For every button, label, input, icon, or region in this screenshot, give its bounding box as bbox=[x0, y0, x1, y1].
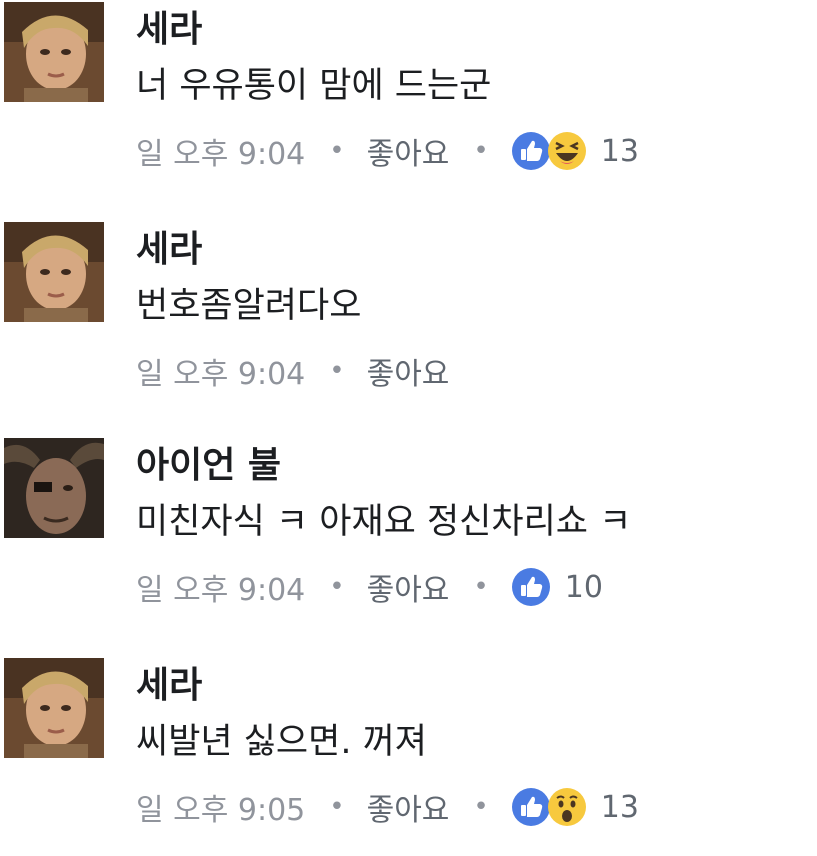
like-button[interactable]: 좋아요 bbox=[367, 349, 450, 393]
comment-meta: 일 오후 9:04 • 좋아요 • 10 bbox=[136, 564, 603, 610]
reaction-count: 10 bbox=[564, 569, 603, 605]
like-icon bbox=[511, 788, 550, 826]
comment-3: 아이언 불 미친자식 ㅋ 아재요 정신차리쇼 ㅋ 일 오후 9:04 • 좋아요… bbox=[0, 436, 817, 636]
comment-timestamp[interactable]: 일 오후 9:04 bbox=[136, 565, 305, 609]
comment-author[interactable]: 세라 bbox=[136, 8, 202, 52]
like-button[interactable]: 좋아요 bbox=[367, 785, 450, 829]
comment-4: 세라 씨발년 싫으면. 꺼져 일 오후 9:05 • 좋아요 • 13 bbox=[0, 656, 817, 856]
reaction-count: 13 bbox=[600, 133, 639, 169]
comment-text: 미친자식 ㅋ 아재요 정신차리쇼 ㅋ bbox=[136, 502, 632, 542]
comment-2: 세라 번호좀알려다오 일 오후 9:04 • 좋아요 bbox=[0, 220, 817, 420]
like-button[interactable]: 좋아요 bbox=[367, 129, 450, 173]
separator-dot: • bbox=[473, 572, 489, 602]
separator-dot: • bbox=[329, 136, 345, 166]
comment-author[interactable]: 아이언 불 bbox=[136, 444, 281, 488]
comment-author[interactable]: 세라 bbox=[136, 664, 202, 708]
wow-icon bbox=[547, 788, 586, 826]
comment-text: 번호좀알려다오 bbox=[136, 286, 362, 326]
avatar-sera[interactable] bbox=[4, 658, 104, 758]
reactions-summary[interactable]: 13 bbox=[511, 131, 639, 171]
separator-dot: • bbox=[329, 792, 345, 822]
reactions-summary[interactable]: 13 bbox=[511, 787, 639, 827]
comment-text: 너 우유통이 맘에 드는군 bbox=[136, 66, 492, 106]
haha-icon bbox=[547, 132, 586, 170]
comment-timestamp[interactable]: 일 오후 9:04 bbox=[136, 349, 305, 393]
avatar-iron-bull[interactable] bbox=[4, 438, 104, 538]
like-icon bbox=[511, 568, 550, 606]
like-icon bbox=[511, 132, 550, 170]
comment-1: 세라 너 우유통이 맘에 드는군 일 오후 9:04 • 좋아요 • 13 bbox=[0, 0, 817, 200]
reactions-summary[interactable]: 10 bbox=[511, 567, 603, 607]
comment-timestamp[interactable]: 일 오후 9:05 bbox=[136, 785, 305, 829]
comment-meta: 일 오후 9:04 • 좋아요 bbox=[136, 348, 449, 394]
separator-dot: • bbox=[473, 792, 489, 822]
comment-meta: 일 오후 9:05 • 좋아요 • 13 bbox=[136, 784, 639, 830]
separator-dot: • bbox=[473, 136, 489, 166]
avatar-sera[interactable] bbox=[4, 2, 104, 102]
comment-text: 씨발년 싫으면. 꺼져 bbox=[136, 722, 427, 762]
comment-meta: 일 오후 9:04 • 좋아요 • 13 bbox=[136, 128, 639, 174]
comment-author[interactable]: 세라 bbox=[136, 228, 202, 272]
separator-dot: • bbox=[329, 356, 345, 386]
reaction-count: 13 bbox=[600, 789, 639, 825]
comment-timestamp[interactable]: 일 오후 9:04 bbox=[136, 129, 305, 173]
separator-dot: • bbox=[329, 572, 345, 602]
like-button[interactable]: 좋아요 bbox=[367, 565, 450, 609]
avatar-sera[interactable] bbox=[4, 222, 104, 322]
